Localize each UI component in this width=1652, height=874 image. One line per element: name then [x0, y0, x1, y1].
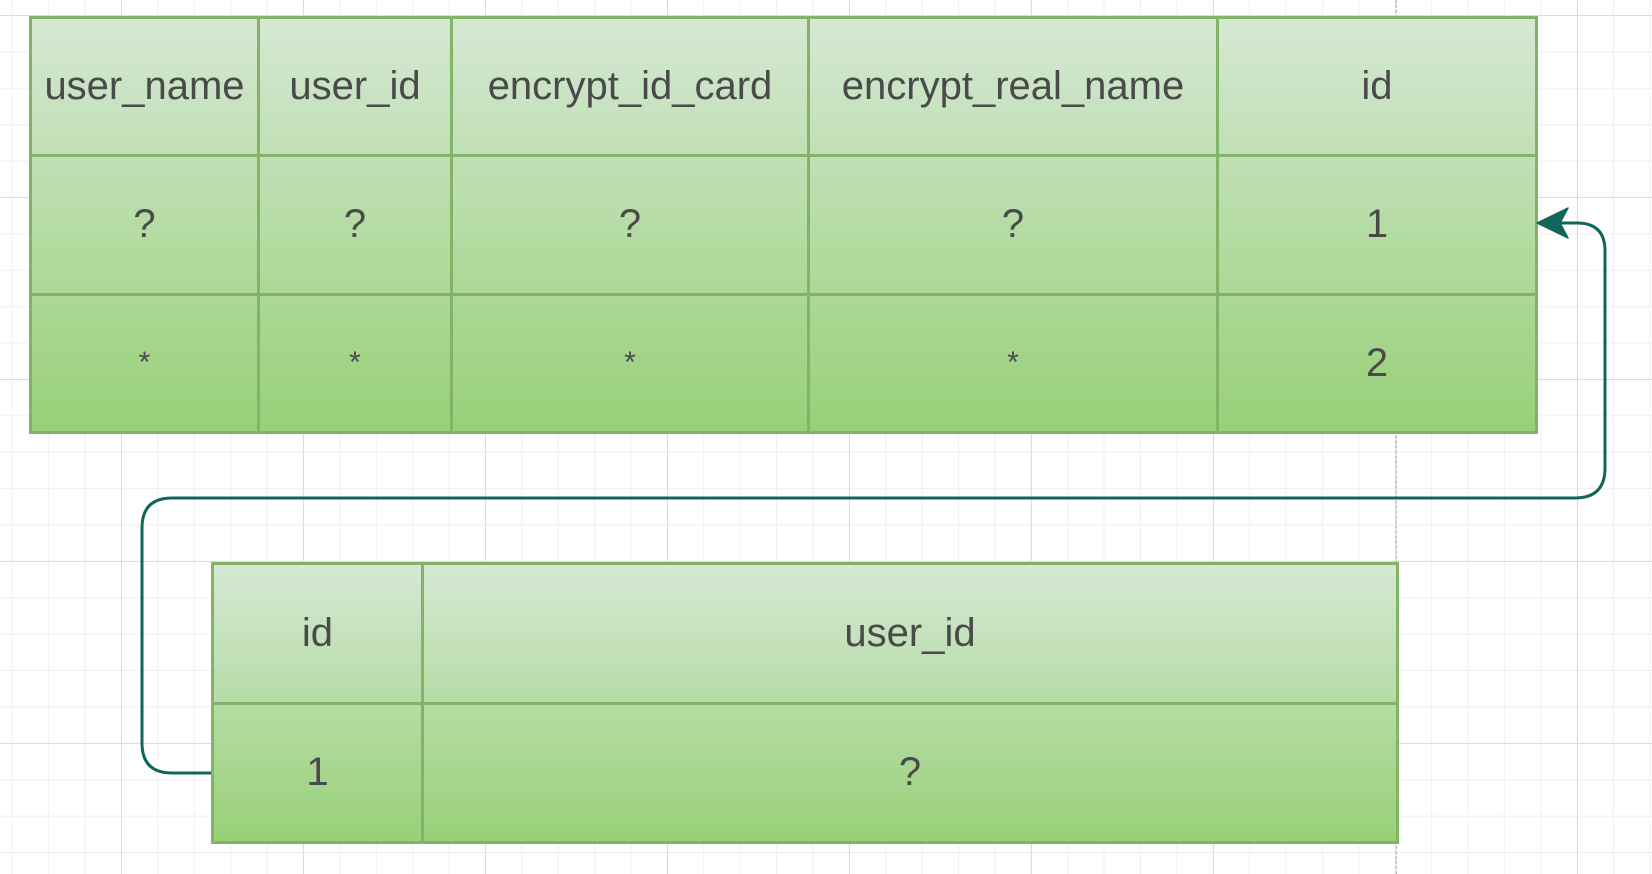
table-cell: 1	[211, 701, 424, 844]
table-row: 1 ?	[211, 701, 1399, 844]
table-row: ? ? ? ? 1	[29, 154, 1538, 296]
table-cell: ?	[450, 154, 810, 296]
table-cell: ?	[29, 154, 260, 296]
header-cell-encrypt-real-name: encrypt_real_name	[807, 15, 1219, 158]
table-row: * * * * 2	[29, 292, 1538, 435]
header-cell-user-name: user_name	[29, 15, 260, 158]
header-cell-user-id: user_id	[421, 562, 1399, 705]
table-cell: *	[29, 292, 260, 435]
arrowhead	[1536, 207, 1569, 239]
table-cell: *	[450, 292, 810, 435]
table-cell: *	[807, 292, 1219, 435]
table-cell: ?	[257, 154, 453, 296]
header-cell-id: id	[1216, 15, 1538, 158]
table-cell: 1	[1216, 154, 1538, 296]
diagram-canvas: user_name user_id encrypt_id_card encryp…	[0, 0, 1652, 874]
table-cell: 2	[1216, 292, 1538, 435]
table-cell: ?	[421, 701, 1399, 844]
header-cell-user-id: user_id	[257, 15, 453, 158]
bottom-table: id user_id 1 ?	[211, 562, 1399, 844]
bottom-table-header-row: id user_id	[211, 562, 1399, 705]
table-cell: *	[257, 292, 453, 435]
header-cell-id: id	[211, 562, 424, 705]
table-cell: ?	[807, 154, 1219, 296]
header-cell-encrypt-id-card: encrypt_id_card	[450, 15, 810, 158]
top-table-header-row: user_name user_id encrypt_id_card encryp…	[29, 15, 1538, 158]
top-table: user_name user_id encrypt_id_card encryp…	[29, 15, 1538, 435]
